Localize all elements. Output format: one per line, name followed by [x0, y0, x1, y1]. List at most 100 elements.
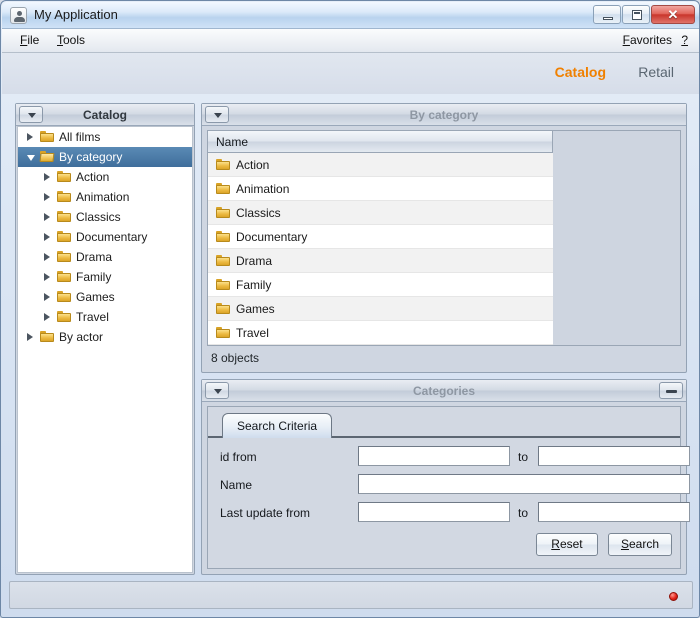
categories-title: Categories	[412, 384, 476, 398]
chevron-down-icon[interactable]	[27, 155, 35, 161]
tree-item[interactable]: Family	[18, 267, 192, 287]
menu-item-help[interactable]: ?	[681, 33, 688, 47]
tree-item-label: Family	[76, 270, 112, 284]
folder-icon	[40, 131, 54, 142]
chevron-right-icon[interactable]	[44, 313, 50, 321]
chevron-right-icon[interactable]	[44, 193, 50, 201]
tab-catalog[interactable]: Catalog	[555, 64, 606, 80]
table-status: 8 objects	[211, 351, 260, 365]
tree-item[interactable]: All films	[18, 127, 192, 147]
field-input-3-to[interactable]	[538, 502, 690, 522]
folder-icon	[57, 311, 71, 322]
folder-icon	[57, 251, 71, 262]
tree-item-label: Animation	[76, 190, 130, 204]
tree-item[interactable]: Games	[18, 287, 192, 307]
content-area: Catalog All films By category Action Animat…	[9, 97, 693, 579]
table-rows: Action Animation Classics Documentary Drama F…	[208, 153, 553, 345]
tree-item[interactable]: By actor	[18, 327, 192, 347]
tree-item-label: All films	[59, 130, 101, 144]
menu-item-help-label: ?	[681, 33, 688, 47]
tree-item[interactable]: Travel	[18, 307, 192, 327]
chevron-right-icon[interactable]	[27, 133, 33, 141]
folder-icon	[216, 279, 230, 290]
tree-item[interactable]: Documentary	[18, 227, 192, 247]
by-category-panel: By category Name Action Animation Classics…	[201, 103, 687, 373]
chevron-right-icon[interactable]	[44, 213, 50, 221]
to-label: to	[518, 506, 529, 520]
chevron-right-icon[interactable]	[44, 273, 50, 281]
catalog-tree[interactable]: All films By category Action Animation Class…	[17, 126, 193, 573]
categories-minimize-button[interactable]	[659, 382, 683, 399]
table-row[interactable]: Classics	[208, 201, 553, 225]
tree-item[interactable]: Classics	[18, 207, 192, 227]
chevron-right-icon[interactable]	[44, 173, 50, 181]
table-row[interactable]: Animation	[208, 177, 553, 201]
table-cell-name: Animation	[236, 182, 290, 196]
menu-item-file-rest: ile	[27, 33, 40, 47]
tab-search-criteria[interactable]: Search Criteria	[222, 413, 333, 438]
button-mnemonic: R	[551, 537, 560, 551]
tab-retail[interactable]: Retail	[638, 64, 674, 80]
folder-icon	[216, 183, 230, 194]
module-tab-bar: Catalog Retail	[2, 53, 699, 94]
menu-item-favorites-rest: avorites	[629, 33, 672, 47]
table-row[interactable]: Travel	[208, 321, 553, 345]
table-cell-name: Documentary	[236, 230, 308, 244]
maximize-button[interactable]	[622, 5, 650, 24]
sidebar-header: Catalog	[16, 104, 194, 126]
chevron-right-icon[interactable]	[44, 293, 50, 301]
column-header-name[interactable]: Name	[208, 131, 553, 153]
table-cell-name: Family	[236, 278, 272, 292]
folder-icon	[216, 303, 230, 314]
tree-item-label: By category	[59, 150, 123, 164]
chevron-right-icon[interactable]	[27, 333, 33, 341]
minimize-icon	[603, 17, 613, 20]
field-label: Name	[220, 478, 253, 492]
tree-item[interactable]: Animation	[18, 187, 192, 207]
field-input-1[interactable]	[358, 446, 510, 466]
menu-item-favorites[interactable]: Favorites	[623, 33, 672, 47]
categories-header: Categories	[202, 380, 686, 402]
field-input-1-to[interactable]	[538, 446, 690, 466]
menu-item-tools[interactable]: Tools	[57, 33, 85, 47]
table-row[interactable]: Games	[208, 297, 553, 321]
tree-item-label: Games	[76, 290, 115, 304]
categories-panel: Categories Search Criteria id from to Name…	[201, 379, 690, 575]
folder-icon	[216, 207, 230, 218]
table-cell-name: Games	[236, 302, 275, 316]
table-cell-name: Travel	[236, 326, 269, 340]
tree-item-label: Drama	[76, 250, 113, 264]
sidebar-panel: Catalog All films By category Action Animat…	[15, 103, 195, 575]
tree-item[interactable]: By category	[18, 147, 192, 167]
table-row[interactable]: Documentary	[208, 225, 553, 249]
search-button[interactable]: Search	[607, 533, 672, 556]
table-row[interactable]: Drama	[208, 249, 553, 273]
form-row: Name	[208, 473, 690, 499]
by-category-title: By category	[409, 108, 479, 122]
folder-open-icon	[39, 151, 55, 162]
folder-icon	[216, 255, 230, 266]
tree-item[interactable]: Drama	[18, 247, 192, 267]
field-input-2[interactable]	[358, 474, 690, 494]
title-bar[interactable]: My Application ✕	[2, 2, 699, 29]
reset-button[interactable]: Reset	[535, 533, 598, 556]
form-row: Last update from to	[208, 501, 690, 527]
chevron-right-icon[interactable]	[44, 233, 50, 241]
table-row[interactable]: Action	[208, 153, 553, 177]
table-row[interactable]: Family	[208, 273, 553, 297]
table-cell-name: Classics	[236, 206, 281, 220]
category-table[interactable]: Name Action Animation Classics Documentary D…	[207, 130, 681, 346]
chevron-right-icon[interactable]	[44, 253, 50, 261]
field-input-3[interactable]	[358, 502, 510, 522]
folder-icon	[57, 191, 71, 202]
menu-item-file[interactable]: File	[20, 33, 39, 47]
tree-item-label: Action	[76, 170, 110, 184]
form-row: id from to	[208, 445, 690, 471]
folder-icon	[57, 271, 71, 282]
close-button[interactable]: ✕	[651, 5, 695, 24]
minimize-button[interactable]	[593, 5, 621, 24]
form-button-row: Reset Search	[535, 533, 672, 556]
table-cell-name: Action	[236, 158, 270, 172]
tree-item[interactable]: Action	[18, 167, 192, 187]
folder-icon	[216, 231, 230, 242]
